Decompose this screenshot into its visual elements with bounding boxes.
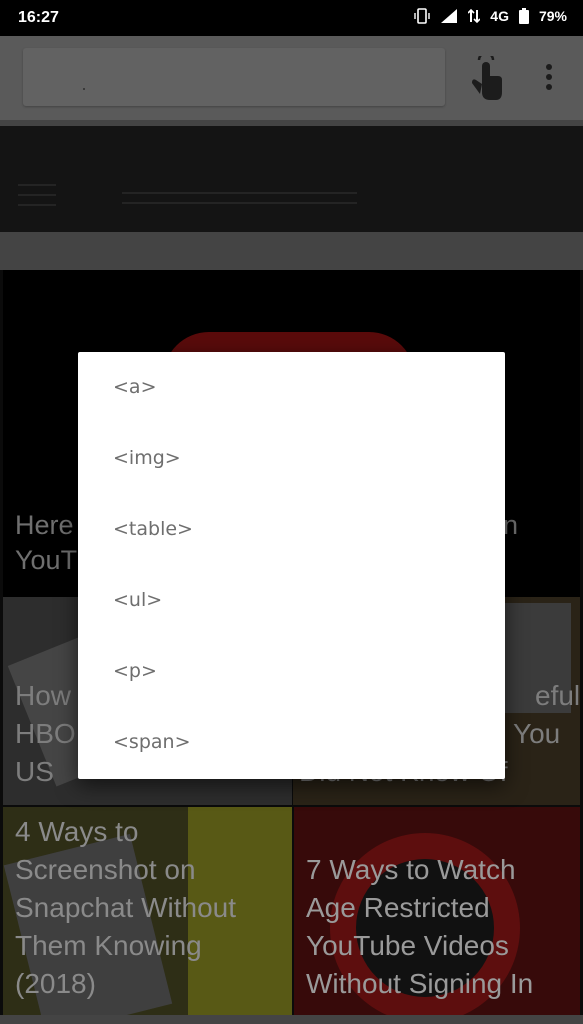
menu-item-span[interactable]: <span> (78, 707, 505, 778)
menu-item-label: <ul> (113, 589, 163, 611)
hero-title-right: n (503, 510, 519, 540)
hero-title-line2: YouT (15, 545, 78, 575)
site-logo-line (122, 202, 357, 204)
hamburger-line (18, 204, 56, 206)
divider (0, 1015, 583, 1024)
hamburger-icon[interactable] (18, 184, 56, 186)
menu-item-label: <table> (113, 518, 193, 540)
title-line: Snapchat Without (15, 892, 237, 923)
menu-item-ul[interactable]: <ul> (78, 565, 505, 636)
menu-item-label: <span> (113, 731, 191, 753)
site-logo[interactable] (122, 192, 357, 194)
title-line: Age Restricted (306, 892, 490, 923)
title-line: US (15, 756, 54, 787)
article-title: 7 Ways to Watch Age Restricted YouTube V… (306, 851, 533, 1003)
menu-item-table[interactable]: <table> (78, 494, 505, 565)
article-title: 4 Ways to Screenshot on Snapchat Without… (15, 813, 236, 1003)
menu-item-a[interactable]: <a> (78, 352, 505, 423)
touch-icon[interactable] (470, 51, 504, 106)
hamburger-line (18, 194, 56, 196)
url-cursor (83, 88, 85, 90)
divider (0, 232, 583, 270)
menu-item-p[interactable]: <p> (78, 636, 505, 707)
site-header (0, 126, 583, 232)
menu-item-label: <p> (113, 660, 157, 682)
article-card-youtube[interactable]: 7 Ways to Watch Age Restricted YouTube V… (294, 807, 580, 1015)
status-bar: 16:27 4G 79% (0, 0, 583, 36)
title-line: YouTube Videos (306, 930, 509, 961)
status-icons: 4G 79% (414, 8, 567, 24)
more-vert-icon[interactable] (545, 64, 553, 94)
menu-item-img[interactable]: <img> (78, 423, 505, 494)
menu-item-label: <a> (113, 376, 157, 398)
title-line: HBO (15, 718, 76, 749)
article-card-snapchat[interactable]: 4 Ways to Screenshot on Snapchat Without… (3, 807, 292, 1015)
title-line: (2018) (15, 968, 96, 999)
vibrate-icon (414, 8, 430, 24)
network-type: 4G (490, 8, 509, 24)
element-picker-dialog: <a> <img> <table> <ul> <p> <span> (78, 352, 505, 779)
title-line: 4 Ways to (15, 816, 139, 847)
menu-item-label: <img> (113, 447, 181, 469)
title-line: How (15, 680, 72, 711)
battery-level: 79% (538, 8, 567, 24)
article-title: How HBO US (15, 677, 76, 791)
hero-title: Here n YouT (15, 508, 518, 578)
title-line: 7 Ways to Watch (306, 854, 516, 885)
title-line: Without Signing In (306, 968, 534, 999)
hero-title-line1: Here (15, 510, 74, 540)
battery-icon (518, 8, 529, 24)
status-time: 16:27 (18, 9, 59, 26)
data-arrows-icon (468, 8, 481, 24)
app-toolbar (0, 36, 583, 120)
url-input[interactable] (23, 48, 445, 106)
signal-icon (440, 8, 458, 24)
title-line: Screenshot on (15, 854, 196, 885)
title-line: Them Knowing (15, 930, 202, 961)
